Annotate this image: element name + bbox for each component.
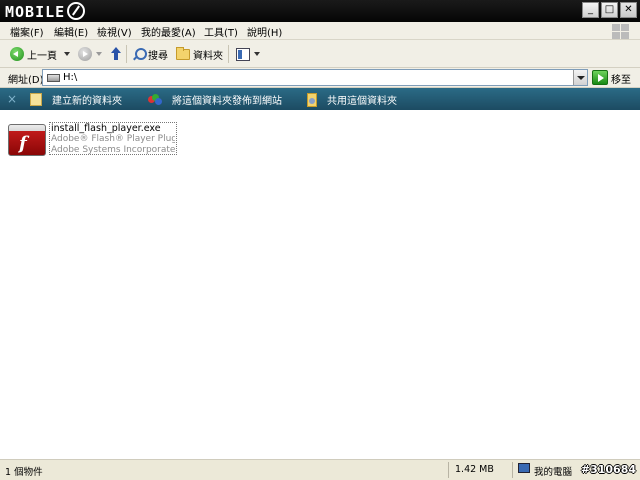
go-button[interactable]: 移至 [611, 71, 631, 86]
new-folder-icon [30, 93, 42, 106]
menu-help[interactable]: 說明(H) [247, 24, 282, 39]
toolbar-divider [126, 45, 127, 63]
status-size: 1.42 MB [455, 464, 494, 475]
watermark: #310684 [580, 463, 636, 476]
close-button[interactable]: ✕ [620, 2, 637, 18]
search-icon [132, 47, 147, 61]
chevron-down-icon [96, 52, 102, 56]
folders-button[interactable]: 資料夾 [176, 45, 223, 63]
computer-icon [518, 463, 530, 473]
drive-icon [47, 74, 60, 82]
address-label: 網址(D) [8, 75, 44, 86]
file-company: Adobe Systems Incorporated [51, 145, 175, 155]
menu-file[interactable]: 檔案(F) [10, 24, 44, 39]
task-label: 建立新的資料夾 [52, 96, 122, 107]
chevron-down-icon [64, 52, 70, 56]
views-icon [236, 47, 250, 61]
task-share-folder[interactable]: 共用這個資料夾 [307, 92, 397, 107]
file-description: Adobe® Flash® Player Plugin ... [51, 134, 175, 144]
status-object-count: 1 個物件 [5, 467, 43, 478]
status-bar: 1 個物件 1.42 MB 我的電腦 #310684 [0, 459, 640, 480]
flash-player-icon: f [8, 124, 46, 156]
task-label: 將這個資料夾發佈到網站 [172, 96, 282, 107]
go-arrow-icon[interactable] [592, 70, 608, 85]
file-item[interactable]: f install_flash_player.exe Adobe® Flash®… [8, 122, 178, 168]
menu-tools[interactable]: 工具(T) [204, 24, 238, 39]
task-publish-web[interactable]: 將這個資料夾發佈到網站 [148, 92, 282, 107]
app-logo: MOBILE [5, 2, 86, 21]
file-list[interactable]: f install_flash_player.exe Adobe® Flash®… [0, 110, 640, 459]
maximize-button[interactable]: □ [601, 2, 618, 18]
folders-label: 資料夾 [193, 50, 223, 62]
status-divider [512, 462, 513, 478]
up-folder-button[interactable] [110, 45, 122, 63]
folder-task-bar: × 建立新的資料夾 將這個資料夾發佈到網站 共用這個資料夾 [0, 88, 640, 110]
minimize-button[interactable]: _ [582, 2, 599, 18]
title-bar[interactable]: MOBILE _ □ ✕ [0, 0, 640, 22]
task-new-folder[interactable]: 建立新的資料夾 [30, 92, 122, 107]
views-button[interactable] [236, 45, 260, 63]
address-bar: 網址(D) H:\ 移至 [0, 68, 640, 88]
status-location: 我的電腦 [534, 467, 573, 478]
chevron-down-icon [254, 52, 260, 56]
windows-logo-icon [610, 22, 630, 40]
toolbar-divider [228, 45, 229, 63]
file-name: install_flash_player.exe [51, 123, 161, 134]
forward-button[interactable] [78, 45, 102, 63]
close-icon[interactable]: × [7, 92, 17, 106]
search-button[interactable]: 搜尋 [132, 45, 168, 63]
web-publish-icon [148, 93, 162, 106]
back-button[interactable]: 上一頁 [10, 45, 57, 63]
back-label: 上一頁 [27, 50, 57, 62]
share-folder-icon [307, 92, 317, 107]
address-value: H:\ [63, 72, 78, 83]
up-arrow-icon [110, 47, 122, 61]
address-input[interactable]: H:\ [42, 69, 588, 86]
task-label: 共用這個資料夾 [327, 96, 397, 107]
file-details: install_flash_player.exe Adobe® Flash® P… [49, 122, 177, 155]
menu-bar: 檔案(F) 編輯(E) 檢視(V) 我的最愛(A) 工具(T) 說明(H) [0, 22, 640, 40]
gear-icon [67, 2, 86, 20]
address-dropdown-button[interactable] [573, 70, 587, 85]
menu-favorites[interactable]: 我的最愛(A) [141, 24, 196, 39]
window-controls: _ □ ✕ [582, 2, 637, 18]
folder-icon [176, 46, 190, 60]
back-arrow-icon [10, 47, 24, 61]
menu-edit[interactable]: 編輯(E) [54, 24, 88, 39]
search-label: 搜尋 [148, 50, 168, 62]
status-divider [448, 462, 449, 478]
toolbar: 上一頁 搜尋 資料夾 [0, 40, 640, 68]
back-dropdown[interactable] [60, 45, 70, 63]
forward-arrow-icon [78, 47, 92, 61]
menu-view[interactable]: 檢視(V) [97, 24, 132, 39]
